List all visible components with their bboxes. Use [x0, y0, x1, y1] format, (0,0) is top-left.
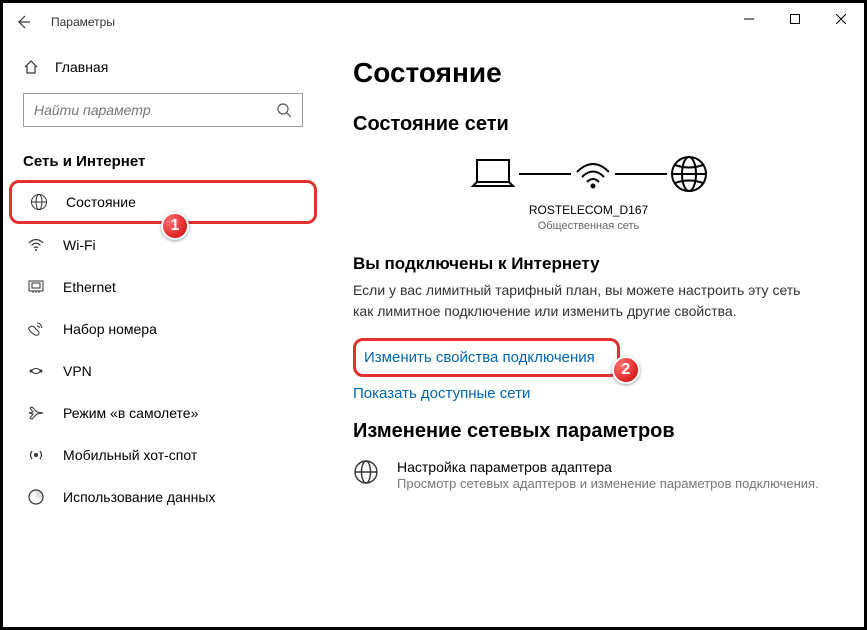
network-diagram	[353, 152, 824, 196]
sidebar-item-label: Wi-Fi	[63, 237, 96, 253]
dialup-icon	[27, 320, 45, 338]
ethernet-icon	[27, 278, 45, 296]
airplane-icon	[27, 404, 45, 422]
annotation-badge-2: 2	[612, 356, 640, 384]
home-label: Главная	[55, 59, 108, 75]
annotation-highlight-2: Изменить свойства подключения	[353, 338, 620, 377]
adapter-icon	[353, 459, 379, 493]
sidebar-item-label: Набор номера	[63, 321, 157, 337]
sidebar-item-datausage[interactable]: Использование данных	[3, 476, 323, 518]
content-area: Состояние Состояние сети ROSTELECOM_D167…	[323, 41, 864, 627]
back-button[interactable]	[11, 10, 35, 34]
vpn-icon	[27, 362, 45, 380]
connected-title: Вы подключены к Интернету	[353, 254, 824, 274]
hotspot-icon	[27, 446, 45, 464]
sidebar-item-label: VPN	[63, 363, 92, 379]
network-label: ROSTELECOM_D167 Общественная сеть	[353, 202, 824, 234]
sidebar-item-hotspot[interactable]: Мобильный хот-спот	[3, 434, 323, 476]
sidebar-item-label: Состояние	[66, 194, 136, 210]
adapter-desc: Просмотр сетевых адаптеров и изменение п…	[397, 475, 819, 493]
wifi-icon	[27, 236, 45, 254]
home-icon	[23, 59, 39, 75]
network-type: Общественная сеть	[353, 219, 824, 234]
search-icon	[276, 102, 292, 118]
sidebar: Главная Сеть и Интернет Состояние 1 Wi-F…	[3, 41, 323, 627]
laptop-icon	[467, 154, 519, 194]
sidebar-item-label: Использование данных	[63, 489, 215, 505]
sidebar-item-vpn[interactable]: VPN	[3, 350, 323, 392]
connection-line	[615, 173, 667, 175]
page-title: Состояние	[353, 57, 824, 89]
adapter-settings-row[interactable]: Настройка параметров адаптера Просмотр с…	[353, 459, 824, 493]
network-name: ROSTELECOM_D167	[353, 202, 824, 219]
sidebar-item-label: Ethernet	[63, 279, 116, 295]
window-title: Параметры	[51, 15, 115, 29]
sidebar-item-label: Мобильный хот-спот	[63, 447, 197, 463]
titlebar: Параметры	[3, 3, 864, 41]
wifi-signal-icon	[571, 154, 615, 194]
maximize-button[interactable]	[772, 3, 818, 35]
datausage-icon	[27, 488, 45, 506]
section-change-title: Изменение сетевых параметров	[353, 420, 824, 443]
globe-icon	[667, 152, 711, 196]
category-title: Сеть и Интернет	[3, 135, 323, 180]
sidebar-item-wifi[interactable]: Wi-Fi	[3, 224, 323, 266]
sidebar-item-label: Режим «в самолете»	[63, 405, 198, 421]
minimize-button[interactable]	[726, 3, 772, 35]
search-box[interactable]	[23, 93, 303, 127]
sidebar-item-ethernet[interactable]: Ethernet	[3, 266, 323, 308]
connected-desc: Если у вас лимитный тарифный план, вы мо…	[353, 280, 824, 322]
show-available-networks-link[interactable]: Показать доступные сети	[353, 385, 530, 402]
section-status-title: Состояние сети	[353, 113, 824, 136]
close-button[interactable]	[818, 3, 864, 35]
change-connection-props-link[interactable]: Изменить свойства подключения	[364, 349, 595, 366]
search-input[interactable]	[34, 102, 276, 118]
adapter-title: Настройка параметров адаптера	[397, 459, 819, 475]
home-link[interactable]: Главная	[3, 49, 323, 85]
sidebar-item-airplane[interactable]: Режим «в самолете»	[3, 392, 323, 434]
settings-window: Параметры Главная Сеть и Интернет Состоя…	[0, 0, 867, 630]
status-icon	[30, 193, 48, 211]
connection-line	[519, 173, 571, 175]
sidebar-item-dialup[interactable]: Набор номера	[3, 308, 323, 350]
window-controls	[726, 3, 864, 35]
